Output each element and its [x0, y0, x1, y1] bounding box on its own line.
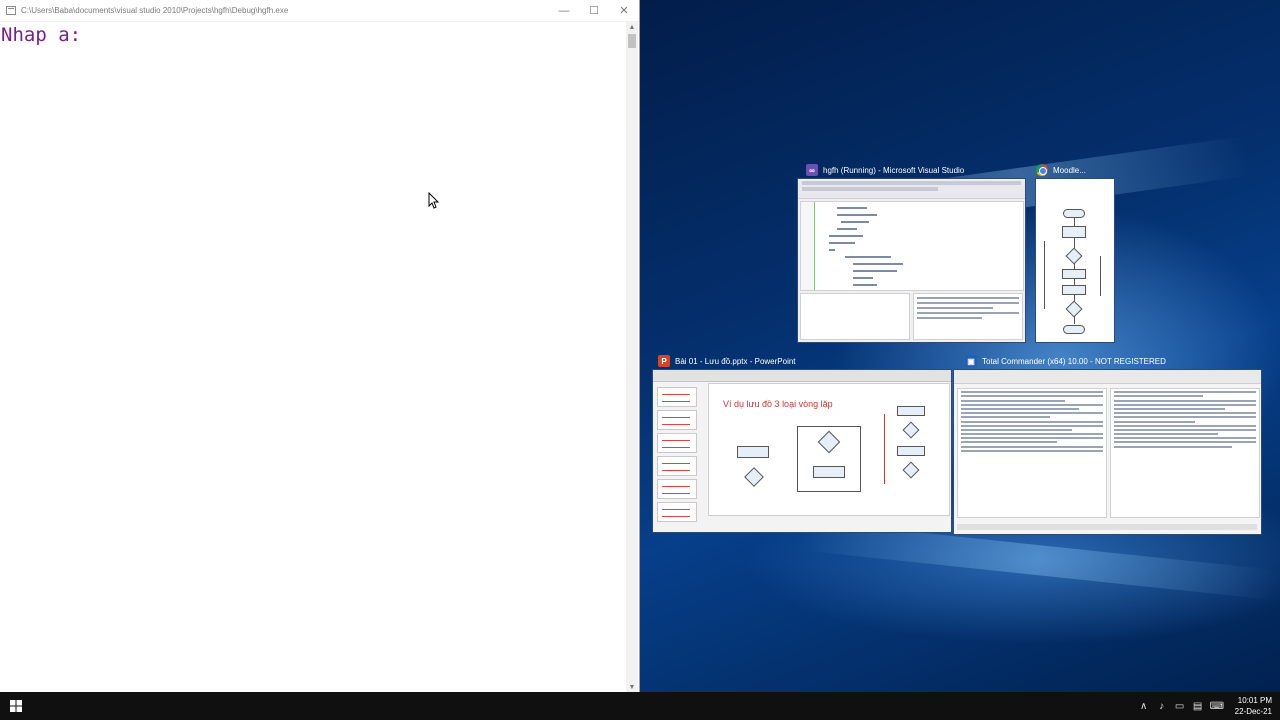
chevron-up-icon[interactable]: ∧ [1138, 701, 1150, 712]
total-commander-icon: ▣ [965, 355, 977, 367]
flowchart-end-node [1063, 325, 1085, 334]
mouse-pointer-icon [428, 192, 440, 209]
scroll-up-arrow-icon[interactable]: ▲ [626, 22, 638, 32]
powerpoint-icon: P [658, 355, 670, 367]
system-tray: ∧ ♪ ▭ ▤ ⌨ 10:01 PM 22-Dec-21 [1135, 692, 1280, 720]
console-title-bar[interactable]: C:\Users\Baba\documents\visual studio 20… [0, 0, 639, 22]
flowchart-process-node [1062, 285, 1086, 295]
console-window[interactable]: C:\Users\Baba\documents\visual studio 20… [0, 0, 640, 692]
powerpoint-ribbon-preview [653, 370, 951, 382]
task-view-vs-label[interactable]: ∞ hgfh (Running) - Microsoft Visual Stud… [806, 164, 964, 176]
scroll-thumb[interactable] [628, 34, 636, 48]
maximize-button[interactable]: ☐ [579, 0, 609, 22]
minimize-button[interactable]: — [549, 0, 579, 22]
taskbar: ∧ ♪ ▭ ▤ ⌨ 10:01 PM 22-Dec-21 [0, 692, 1280, 720]
task-view-powerpoint-label[interactable]: P Bài 01 - Lưu đồ.pptx - PowerPoint [658, 355, 796, 367]
task-view-vs-thumbnail[interactable] [797, 178, 1026, 343]
console-scrollbar[interactable]: ▲ ▼ [626, 22, 638, 692]
task-view-total-commander-label[interactable]: ▣ Total Commander (x64) 10.00 - NOT REGI… [965, 355, 1166, 367]
notification-icon[interactable]: ▤ [1192, 701, 1204, 712]
flowchart-process-node [1062, 269, 1086, 279]
total-commander-right-pane-preview [1110, 388, 1260, 518]
start-button[interactable] [0, 692, 32, 720]
flowchart-start-node [1063, 209, 1085, 218]
clock-time: 10:01 PM [1237, 696, 1272, 705]
task-view-powerpoint-thumbnail[interactable]: Ví dụ lưu đồ 3 loại vòng lặp [652, 369, 952, 533]
console-output-text: Nhap a: [1, 24, 82, 46]
flowchart-decision-node [1065, 300, 1083, 318]
task-view-moodle-title: Moodle... [1053, 165, 1086, 175]
task-view-total-commander-thumbnail[interactable] [953, 369, 1262, 535]
task-view-moodle-label[interactable]: Moodle... [1036, 164, 1086, 176]
windows-logo-icon [10, 700, 22, 712]
desktop-wallpaper [640, 0, 1280, 692]
clock-date: 22-Dec-21 [1234, 707, 1272, 716]
powerpoint-slide-list-preview [655, 384, 699, 532]
keyboard-icon[interactable]: ⌨ [1210, 701, 1224, 712]
slide-title: Ví dụ lưu đồ 3 loại vòng lặp [723, 399, 833, 409]
task-view-total-commander-title: Total Commander (x64) 10.00 - NOT REGIST… [982, 356, 1166, 366]
task-view-moodle-thumbnail[interactable] [1035, 178, 1115, 343]
scroll-down-arrow-icon[interactable]: ▼ [626, 682, 638, 692]
close-button[interactable]: ✕ [609, 0, 639, 22]
task-view-vs-title: hgfh (Running) - Microsoft Visual Studio [823, 165, 965, 175]
network-icon[interactable]: ▭ [1174, 701, 1186, 712]
taskbar-clock[interactable]: 10:01 PM 22-Dec-21 [1235, 695, 1272, 717]
total-commander-toolbar-preview [954, 370, 1261, 384]
total-commander-left-pane-preview [957, 388, 1107, 518]
volume-icon[interactable]: ♪ [1156, 701, 1168, 712]
console-output-area[interactable]: Nhap a: [0, 22, 626, 692]
powerpoint-current-slide: Ví dụ lưu đồ 3 loại vòng lặp [708, 383, 950, 516]
chrome-icon [1036, 164, 1048, 176]
total-commander-status-preview [957, 524, 1257, 530]
console-window-title: C:\Users\Baba\documents\visual studio 20… [21, 6, 289, 15]
task-view-powerpoint-title: Bài 01 - Lưu đồ.pptx - PowerPoint [675, 356, 796, 366]
vs-output-panel-preview [800, 293, 910, 340]
flowchart-decision-node [1065, 247, 1083, 265]
vs-code-editor-preview [800, 201, 1024, 291]
visual-studio-icon: ∞ [806, 164, 818, 176]
vs-error-list-preview [913, 293, 1023, 340]
console-app-icon [6, 6, 16, 15]
flowchart-process-node [1062, 226, 1086, 238]
